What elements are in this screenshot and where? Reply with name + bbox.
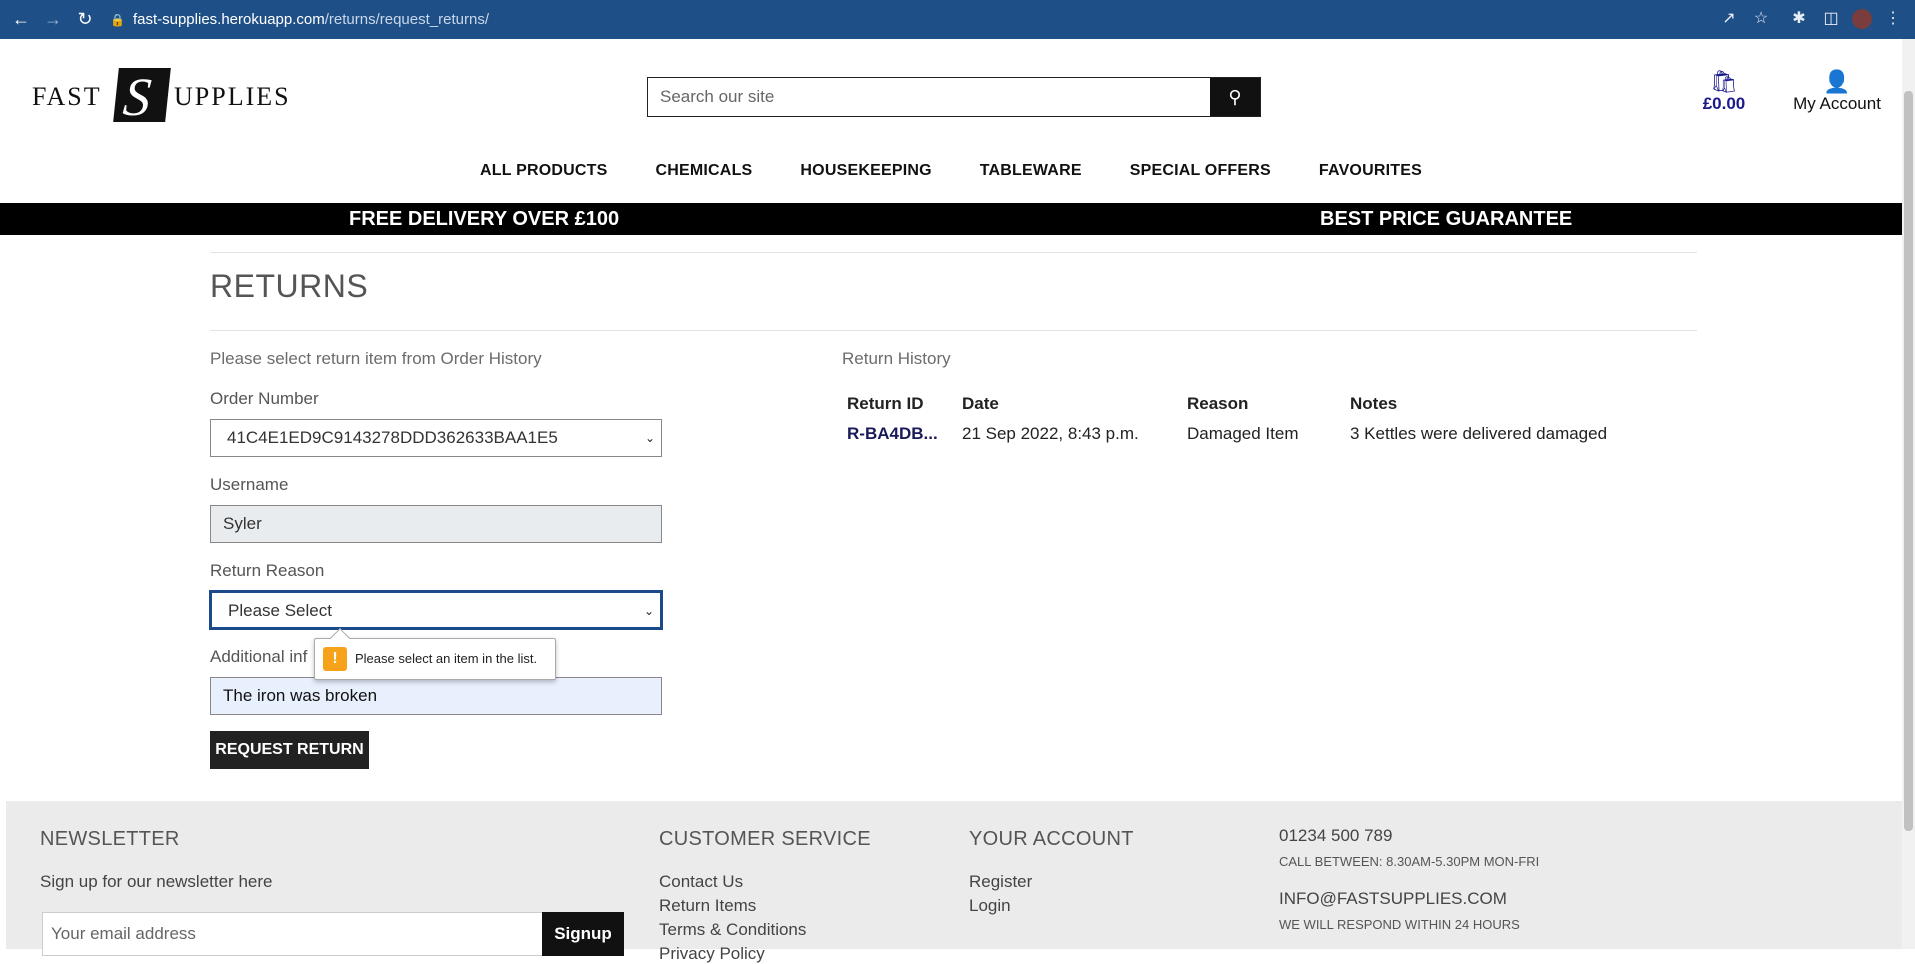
validation-message: Please select an item in the list. [355,651,538,666]
nav-tableware[interactable]: TABLEWARE [980,162,1082,186]
return-date: 21 Sep 2022, 8:43 p.m. [962,424,1139,443]
main-navigation: ALL PRODUCTS CHEMICALS HOUSEKEEPING TABL… [0,162,1902,186]
menu-kebab-icon[interactable]: ⋮ [1882,8,1904,30]
order-number-value: 41C4E1ED9C9143278DDD362633BAA1E5 [227,428,558,447]
table-row: R-BA4DB... 21 Sep 2022, 8:43 p.m. Damage… [842,418,1612,450]
request-return-button[interactable]: REQUEST RETURN [210,731,369,769]
tooltip-arrow [330,628,350,648]
footer-link-contact[interactable]: Contact Us [659,872,743,892]
footer-email[interactable]: INFO@FASTSUPPLIES.COM [1279,889,1507,909]
extensions-icon[interactable]: ✱ [1788,8,1810,30]
promo-best-price: BEST PRICE GUARANTEE [1320,208,1573,230]
search-icon: ⚲ [1228,86,1242,107]
shopping-bag-icon: 🛍 [1710,69,1738,94]
newsletter-email-input[interactable] [42,912,550,956]
side-panel-icon[interactable]: ◫ [1820,8,1842,30]
search-bar: ⚲ [647,77,1261,117]
my-account-link[interactable]: 👤 My Account [1782,70,1892,114]
site-logo[interactable]: FAST S UPPLIES [32,67,289,127]
footer-link-return-items[interactable]: Return Items [659,896,756,916]
order-number-label: Order Number [210,389,319,408]
chevron-down-icon: ⌄ [643,604,654,618]
page-title: RETURNS [210,268,369,304]
your-account-heading: YOUR ACCOUNT [969,828,1134,850]
url-host: fast-supplies.herokuapp.com [132,11,325,28]
order-number-select[interactable]: 41C4E1ED9C9143278DDD362633BAA1E5 ⌄ [210,419,662,457]
browser-toolbar: ← → ↻ 🔒 fast-supplies.herokuapp.com/retur… [0,0,1915,39]
return-notes: 3 Kettles were delivered damaged [1350,424,1608,443]
footer-phone-hours: CALL BETWEEN: 8.30AM-5.30PM MON-FRI [1279,854,1540,869]
profile-avatar[interactable] [1852,9,1872,29]
lock-icon: 🔒 [110,13,125,27]
validation-tooltip: ! Please select an item in the list. [314,628,556,680]
footer-link-login[interactable]: Login [969,896,1011,916]
back-icon[interactable]: ← [10,8,32,30]
return-reason-value: Please Select [228,601,332,620]
col-notes: Notes [1350,394,1398,413]
return-history-title: Return History [842,349,951,368]
address-bar[interactable]: 🔒 fast-supplies.herokuapp.com/returns/req… [110,6,1770,33]
nav-favourites[interactable]: FAVOURITES [1319,162,1422,186]
bookmark-star-icon[interactable]: ☆ [1750,8,1772,30]
promo-banner: FREE DELIVERY OVER £100 BEST PRICE GUARA… [0,203,1902,235]
basket-total: £0.00 [1702,94,1746,113]
newsletter-signup-button[interactable]: Signup [542,912,624,956]
nav-chemicals[interactable]: CHEMICALS [656,162,753,186]
username-field: Syler [210,505,662,543]
scrollbar-thumb[interactable] [1904,91,1913,831]
customer-service-heading: CUSTOMER SERVICE [659,828,871,850]
nav-housekeeping[interactable]: HOUSEKEEPING [800,162,931,186]
my-account-label: My Account [1793,94,1881,113]
footer-link-privacy[interactable]: Privacy Policy [659,944,765,964]
logo-s-mark: S [113,67,171,127]
return-reason-label: Return Reason [210,561,325,580]
return-id-link[interactable]: R-BA4DB... [842,418,957,450]
reload-icon[interactable]: ↻ [74,8,96,30]
return-instruction: Please select return item from Order His… [210,349,542,368]
footer-phone: 01234 500 789 [1279,826,1393,845]
logo-text-fast: FAST [32,82,102,111]
additional-info-field[interactable]: The iron was broken [210,677,662,715]
divider [210,252,1697,253]
logo-text-supplies: UPPLIES [174,82,291,111]
col-date: Date [962,394,999,413]
divider [210,330,1697,331]
footer-link-register[interactable]: Register [969,872,1032,892]
nav-all-products[interactable]: ALL PRODUCTS [480,162,607,186]
page-scrollbar[interactable] [1902,39,1915,949]
table-header-row: Return ID Date Reason Notes [842,390,1612,418]
url-path: /returns/request_returns/ [324,11,489,28]
newsletter-text: Sign up for our newsletter here [40,872,273,891]
promo-free-delivery: FREE DELIVERY OVER £100 [349,208,620,230]
newsletter-heading: NEWSLETTER [40,828,180,850]
search-input[interactable] [648,78,1210,116]
user-icon: 👤 [1823,69,1851,94]
col-reason: Reason [1187,394,1249,413]
basket-link[interactable]: 🛍 £0.00 [1694,70,1754,114]
logo-text-s: S [120,67,154,127]
warning-icon: ! [323,647,347,671]
username-value: Syler [223,514,262,533]
additional-info-label: Additional inf [210,647,308,666]
forward-icon[interactable]: → [42,8,64,30]
footer-email-note: WE WILL RESPOND WITHIN 24 HOURS [1279,917,1520,932]
return-reason-select[interactable]: Please Select ⌄ [209,590,663,630]
share-icon[interactable]: ↗ [1718,8,1740,30]
username-label: Username [210,475,289,494]
return-reason: Damaged Item [1187,424,1299,443]
nav-special-offers[interactable]: SPECIAL OFFERS [1130,162,1271,186]
search-button[interactable]: ⚲ [1210,78,1260,116]
chevron-down-icon: ⌄ [644,431,655,445]
footer-link-terms[interactable]: Terms & Conditions [659,920,806,940]
col-return-id: Return ID [847,394,924,413]
site-footer: NEWSLETTER Sign up for our newsletter he… [6,801,1902,963]
return-history-table: Return ID Date Reason Notes R-BA4DB... 2… [842,390,1612,450]
additional-info-value: The iron was broken [223,686,378,705]
